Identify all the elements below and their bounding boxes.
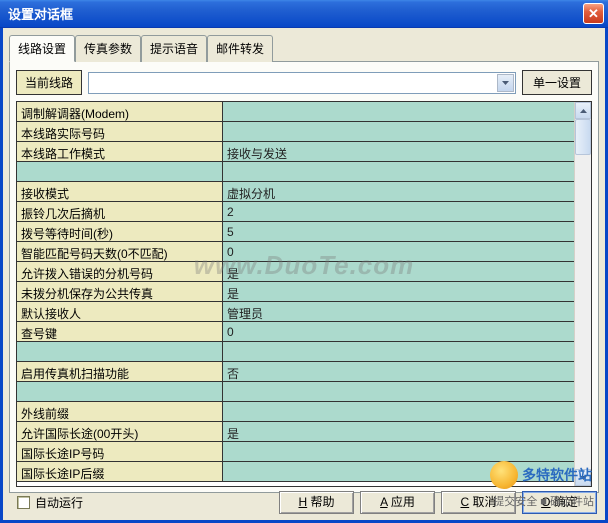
property-row: 智能匹配号码天数(0不匹配)0	[17, 242, 574, 262]
property-value[interactable]	[223, 402, 574, 421]
scrollbar-thumb[interactable]	[575, 119, 591, 155]
close-button[interactable]: ✕	[583, 3, 604, 24]
property-spacer	[17, 162, 574, 182]
property-spacer-value	[223, 342, 574, 361]
property-label: 默认接收人	[17, 302, 223, 321]
window-title: 设置对话框	[8, 4, 73, 23]
property-label: 启用传真机扫描功能	[17, 362, 223, 381]
auto-run-label: 自动运行	[35, 494, 83, 511]
property-row: 振铃几次后摘机2	[17, 202, 574, 222]
property-value[interactable]: 是	[223, 282, 574, 301]
tab-panel: 当前线路 单一设置 调制解调器(Modem)本线路实际号码本线路工作模式接收与发…	[9, 61, 599, 493]
scrollbar-track[interactable]	[575, 155, 591, 469]
property-value[interactable]: 否	[223, 362, 574, 381]
ok-button[interactable]: O 确定	[522, 491, 597, 514]
property-label: 智能匹配号码天数(0不匹配)	[17, 242, 223, 261]
property-value[interactable]	[223, 122, 574, 141]
property-row: 允许拨入错误的分机号码是	[17, 262, 574, 282]
property-value[interactable]	[223, 442, 574, 461]
current-line-row: 当前线路 单一设置	[16, 70, 592, 95]
property-label: 未拨分机保存为公共传真	[17, 282, 223, 301]
property-value[interactable]: 5	[223, 222, 574, 241]
property-value[interactable]: 管理员	[223, 302, 574, 321]
button-row: H 帮助 A 应用 C 取消 O 确定	[279, 491, 597, 514]
tab-prompt-voice[interactable]: 提示语音	[141, 35, 207, 62]
current-line-label: 当前线路	[16, 70, 82, 95]
property-label: 接收模式	[17, 182, 223, 201]
property-label: 振铃几次后摘机	[17, 202, 223, 221]
property-spacer	[17, 342, 574, 362]
property-label: 外线前缀	[17, 402, 223, 421]
property-label: 本线路工作模式	[17, 142, 223, 161]
property-row: 本线路实际号码	[17, 122, 574, 142]
titlebar: 设置对话框 ✕	[0, 0, 608, 28]
property-spacer-label	[17, 342, 223, 361]
apply-button[interactable]: A 应用	[360, 491, 435, 514]
property-row: 外线前缀	[17, 402, 574, 422]
property-value[interactable]: 0	[223, 242, 574, 261]
help-button[interactable]: H 帮助	[279, 491, 354, 514]
scroll-down-button[interactable]	[575, 469, 591, 486]
property-row: 拨号等待时间(秒)5	[17, 222, 574, 242]
property-row: 本线路工作模式接收与发送	[17, 142, 574, 162]
property-row: 启用传真机扫描功能否	[17, 362, 574, 382]
property-value[interactable]: 2	[223, 202, 574, 221]
property-grid-rows: 调制解调器(Modem)本线路实际号码本线路工作模式接收与发送接收模式虚拟分机振…	[17, 102, 574, 486]
vertical-scrollbar[interactable]	[574, 102, 591, 486]
property-row: 国际长途IP后缀	[17, 462, 574, 482]
tab-strip: 线路设置 传真参数 提示语音 邮件转发	[9, 35, 599, 62]
property-label: 查号键	[17, 322, 223, 341]
property-label: 调制解调器(Modem)	[17, 102, 223, 121]
property-spacer-label	[17, 162, 223, 181]
property-value[interactable]	[223, 462, 574, 481]
property-spacer-label	[17, 382, 223, 401]
chevron-down-icon	[580, 476, 587, 480]
tab-fax-params[interactable]: 传真参数	[75, 35, 141, 62]
auto-run-checkbox[interactable]: 自动运行	[17, 494, 83, 511]
property-label: 国际长途IP后缀	[17, 462, 223, 481]
checkbox-icon	[17, 496, 30, 509]
property-spacer-value	[223, 382, 574, 401]
property-spacer-value	[223, 162, 574, 181]
property-value[interactable]	[223, 102, 574, 121]
property-value[interactable]: 是	[223, 422, 574, 441]
property-label: 允许拨入错误的分机号码	[17, 262, 223, 281]
property-row: 默认接收人管理员	[17, 302, 574, 322]
property-row: 调制解调器(Modem)	[17, 102, 574, 122]
chevron-up-icon	[580, 109, 587, 113]
property-row: 国际长途IP号码	[17, 442, 574, 462]
property-value[interactable]: 是	[223, 262, 574, 281]
cancel-button[interactable]: C 取消	[441, 491, 516, 514]
window-body: 线路设置 传真参数 提示语音 邮件转发 当前线路 单一设置 调制解调器(Mode…	[0, 28, 608, 523]
property-value[interactable]: 接收与发送	[223, 142, 574, 161]
property-label: 本线路实际号码	[17, 122, 223, 141]
property-label: 拨号等待时间(秒)	[17, 222, 223, 241]
property-grid: 调制解调器(Modem)本线路实际号码本线路工作模式接收与发送接收模式虚拟分机振…	[16, 101, 592, 487]
bottom-bar: 自动运行 H 帮助 A 应用 C 取消 O 确定	[9, 488, 599, 516]
tab-mail-forward[interactable]: 邮件转发	[207, 35, 273, 62]
property-row: 接收模式虚拟分机	[17, 182, 574, 202]
current-line-select[interactable]	[88, 72, 516, 94]
property-value[interactable]: 虚拟分机	[223, 182, 574, 201]
dropdown-button[interactable]	[497, 74, 514, 92]
scroll-up-button[interactable]	[575, 102, 591, 119]
close-icon: ✕	[588, 6, 599, 22]
tab-line-settings[interactable]: 线路设置	[9, 35, 75, 62]
chevron-down-icon	[502, 81, 509, 85]
property-row: 未拨分机保存为公共传真是	[17, 282, 574, 302]
property-row: 允许国际长途(00开头)是	[17, 422, 574, 442]
property-label: 允许国际长途(00开头)	[17, 422, 223, 441]
property-value[interactable]: 0	[223, 322, 574, 341]
property-row: 查号键0	[17, 322, 574, 342]
property-spacer	[17, 382, 574, 402]
property-label: 国际长途IP号码	[17, 442, 223, 461]
single-settings-button[interactable]: 单一设置	[522, 70, 592, 95]
